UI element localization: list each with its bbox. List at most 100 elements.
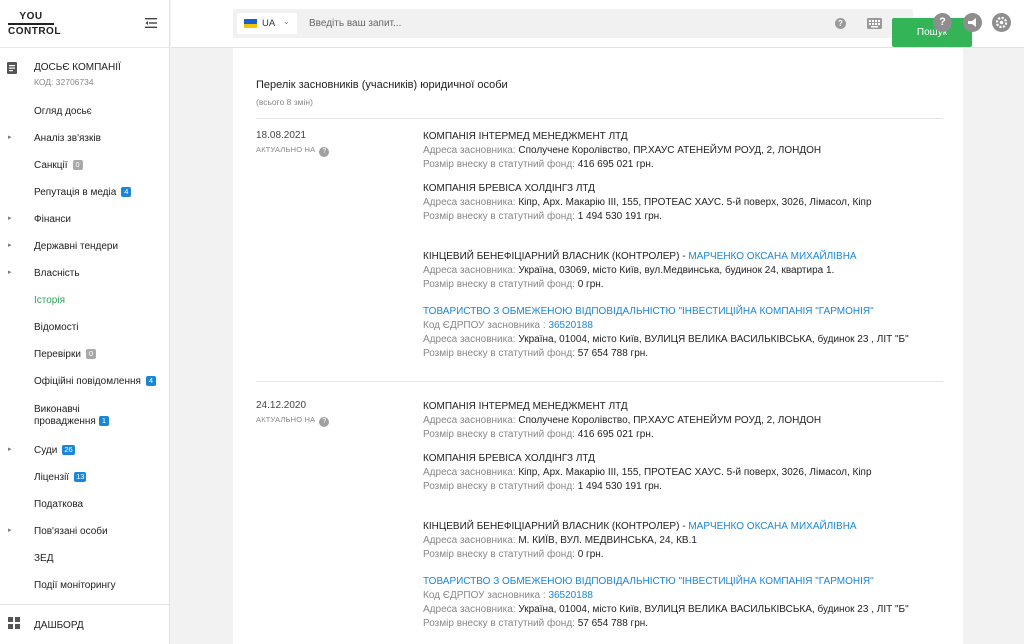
sidebar-item[interactable]: ▸ Державні тендери xyxy=(0,237,170,257)
sidebar-item[interactable]: Історія xyxy=(0,291,170,311)
address-label: Адреса засновника: xyxy=(423,197,516,208)
address-value: Кіпр, Арх. Макарію III, 155, ПРОТЕАС ХАУ… xyxy=(518,197,872,208)
capital-value: 0 грн. xyxy=(577,279,604,290)
founder-address: Адреса засновника: Сполучене Королівство… xyxy=(423,414,943,428)
address-value: Сполучене Королівство, ПР.ХАУС АТЕНЕЙУМ … xyxy=(518,415,822,426)
sidebar-item[interactable]: ▸ Суди 26 xyxy=(0,441,170,461)
sidebar-item-text: Офіційні повідомлення xyxy=(34,376,141,387)
sidebar-item-text: Фінанси xyxy=(34,214,72,225)
logo-line-2: CONTROL xyxy=(8,26,61,37)
language-selector[interactable]: UA ⌄ xyxy=(237,13,297,34)
dashboard-link[interactable]: ДАШБОРД xyxy=(0,604,170,644)
edrpou-link[interactable]: 36520188 xyxy=(548,590,593,601)
founder-name: КОМПАНІЯ БРЕВІСА ХОЛДІНГЗ ЛТД xyxy=(423,182,943,196)
address-value: Україна, 01004, місто Київ, ВУЛИЦЯ ВЕЛИК… xyxy=(518,334,909,345)
sidebar-item[interactable]: Податкова xyxy=(0,495,170,515)
sidebar-item[interactable]: Огляд досьє xyxy=(0,102,170,122)
sidebar-item-text: Огляд досьє xyxy=(34,106,92,117)
founder-link[interactable]: ТОВАРИСТВО З ОБМЕЖЕНОЮ ВІДПОВІДАЛЬНІСТЮ … xyxy=(423,306,874,317)
capital-value: 1 494 530 191 грн. xyxy=(577,211,662,222)
actual-on-label: АКТУАЛЬНО НА? xyxy=(256,415,330,427)
sidebar-item-label: Офіційні повідомлення 4 xyxy=(34,376,156,388)
sidebar-item[interactable]: ЗЕД xyxy=(0,549,170,569)
founder-link[interactable]: ТОВАРИСТВО З ОБМЕЖЕНОЮ ВІДПОВІДАЛЬНІСТЮ … xyxy=(423,576,874,587)
sidebar-item[interactable]: ▸ Власність xyxy=(0,264,170,284)
expand-arrow-icon: ▸ xyxy=(8,446,12,453)
sidebar-item[interactable]: ▸ Аналіз зв'язків xyxy=(0,129,170,149)
founder-capital: Розмір внеску в статутний фонд: 1 494 53… xyxy=(423,480,943,494)
sidebar-item[interactable]: Санкції 0 xyxy=(0,156,170,176)
capital-value: 416 695 021 грн. xyxy=(577,429,654,440)
sidebar-item[interactable]: Виконавчі провадження 1 xyxy=(0,400,170,434)
address-value: Україна, 03069, місто Київ, вул.Медвинсь… xyxy=(518,265,835,276)
top-bar: UA ⌄ ? Пошук ? xyxy=(171,0,1024,48)
dashboard-grid-icon xyxy=(8,617,20,629)
search-button[interactable]: Пошук xyxy=(892,18,972,47)
search-help-icon[interactable]: ? xyxy=(835,18,846,29)
founders-history-card: Перелік засновників (учасників) юридично… xyxy=(233,48,963,644)
expand-arrow-icon: ▸ xyxy=(8,527,12,534)
address-value: Україна, 01004, місто Київ, ВУЛИЦЯ ВЕЛИК… xyxy=(518,604,909,615)
divider xyxy=(256,381,943,382)
founder-name-text: КОМПАНІЯ БРЕВІСА ХОЛДІНГЗ ЛТД xyxy=(423,453,595,464)
capital-label: Розмір внеску в статутний фонд: xyxy=(423,618,575,629)
founder-name-text: КІНЦЕВИЙ БЕНЕФІЦІАРНИЙ ВЛАСНИК (КОНТРОЛЕ… xyxy=(423,251,689,262)
founder-name: КІНЦЕВИЙ БЕНЕФІЦІАРНИЙ ВЛАСНИК (КОНТРОЛЕ… xyxy=(423,520,943,534)
edrpou-link[interactable]: 36520188 xyxy=(548,320,593,331)
search-input[interactable] xyxy=(309,14,769,33)
founder-address: Адреса засновника: Кіпр, Арх. Макарію II… xyxy=(423,466,943,480)
address-label: Адреса засновника: xyxy=(423,265,516,276)
address-value: Сполучене Королівство, ПР.ХАУС АТЕНЕЙУМ … xyxy=(518,145,822,156)
capital-value: 1 494 530 191 грн. xyxy=(577,481,662,492)
keyboard-icon[interactable] xyxy=(867,18,882,29)
founder-capital: Розмір внеску в статутний фонд: 57 654 7… xyxy=(423,347,943,361)
record-date: 18.08.2021 xyxy=(256,130,307,141)
founder-name: КОМПАНІЯ ІНТЕРМЕД МЕНЕДЖМЕНТ ЛТД xyxy=(423,130,943,144)
founder-capital: Розмір внеску в статутний фонд: 57 654 7… xyxy=(423,617,943,631)
sidebar-item-label: Ліцензії 13 xyxy=(34,472,87,484)
founder-name: КІНЦЕВИЙ БЕНЕФІЦІАРНИЙ ВЛАСНИК (КОНТРОЛЕ… xyxy=(423,250,943,264)
info-icon[interactable]: ? xyxy=(319,147,330,157)
sidebar-item-label: Державні тендери xyxy=(34,241,118,253)
founder-name: ТОВАРИСТВО З ОБМЕЖЕНОЮ ВІДПОВІДАЛЬНІСТЮ … xyxy=(423,575,943,589)
sidebar-item[interactable]: Перевірки 0 xyxy=(0,345,170,365)
sidebar-item[interactable]: Ліцензії 13 xyxy=(0,468,170,488)
sidebar-item-label: Власність xyxy=(34,268,80,280)
sidebar-item[interactable]: Відомості xyxy=(0,318,170,338)
founder-entry: КОМПАНІЯ ІНТЕРМЕД МЕНЕДЖМЕНТ ЛТД Адреса з… xyxy=(423,400,943,442)
capital-value: 57 654 788 грн. xyxy=(577,348,649,359)
sidebar-item[interactable]: Події моніторингу xyxy=(0,576,170,596)
ukraine-flag-icon xyxy=(244,19,257,28)
search-bar: UA ⌄ ? Пошук xyxy=(233,9,972,47)
help-icon[interactable]: ? xyxy=(933,13,952,32)
expand-arrow-icon: ▸ xyxy=(8,215,12,222)
address-label: Адреса засновника: xyxy=(423,604,516,615)
sidebar-item-label: Події моніторингу xyxy=(34,580,116,592)
company-dossier-header[interactable]: ДОСЬЄ КОМПАНІЇ КОД: 32706734 xyxy=(0,56,170,94)
logo[interactable]: YOU CONTROL xyxy=(8,11,61,37)
record-date: 24.12.2020 xyxy=(256,400,307,411)
announce-icon[interactable] xyxy=(963,13,982,32)
collapse-sidebar-icon[interactable] xyxy=(144,16,158,30)
gear-icon[interactable] xyxy=(992,13,1011,32)
sidebar-item-label: Історія xyxy=(34,295,65,307)
sidebar-item-text: Ліцензії xyxy=(34,472,70,483)
sidebar-item[interactable]: Офіційні повідомлення 4 xyxy=(0,372,170,392)
actual-on-label: АКТУАЛЬНО НА? xyxy=(256,145,330,157)
address-label: Адреса засновника: xyxy=(423,535,516,546)
founder-link[interactable]: МАРЧЕНКО ОКСАНА МИХАЙЛІВНА xyxy=(688,521,856,532)
sidebar-item-label: Податкова xyxy=(34,499,83,511)
actual-on-text: АКТУАЛЬНО НА xyxy=(256,415,316,424)
sidebar-item-text: Податкова xyxy=(34,499,84,510)
sidebar-item[interactable]: ▸ Фінанси xyxy=(0,210,170,230)
page-title: Перелік засновників (учасників) юридично… xyxy=(256,79,508,91)
founder-entry: КОМПАНІЯ БРЕВІСА ХОЛДІНГЗ ЛТД Адреса засн… xyxy=(423,452,943,494)
info-icon[interactable]: ? xyxy=(319,417,330,427)
sidebar-item-label: Огляд досьє xyxy=(34,106,92,118)
sidebar-item[interactable]: ▸ Пов'язані особи xyxy=(0,522,170,542)
capital-value: 57 654 788 грн. xyxy=(577,618,649,629)
founder-link[interactable]: МАРЧЕНКО ОКСАНА МИХАЙЛІВНА xyxy=(688,251,856,262)
logo-divider xyxy=(8,23,54,25)
sidebar-item[interactable]: Репутація в медіа 4 xyxy=(0,183,170,203)
count-badge: 1 xyxy=(99,416,109,426)
